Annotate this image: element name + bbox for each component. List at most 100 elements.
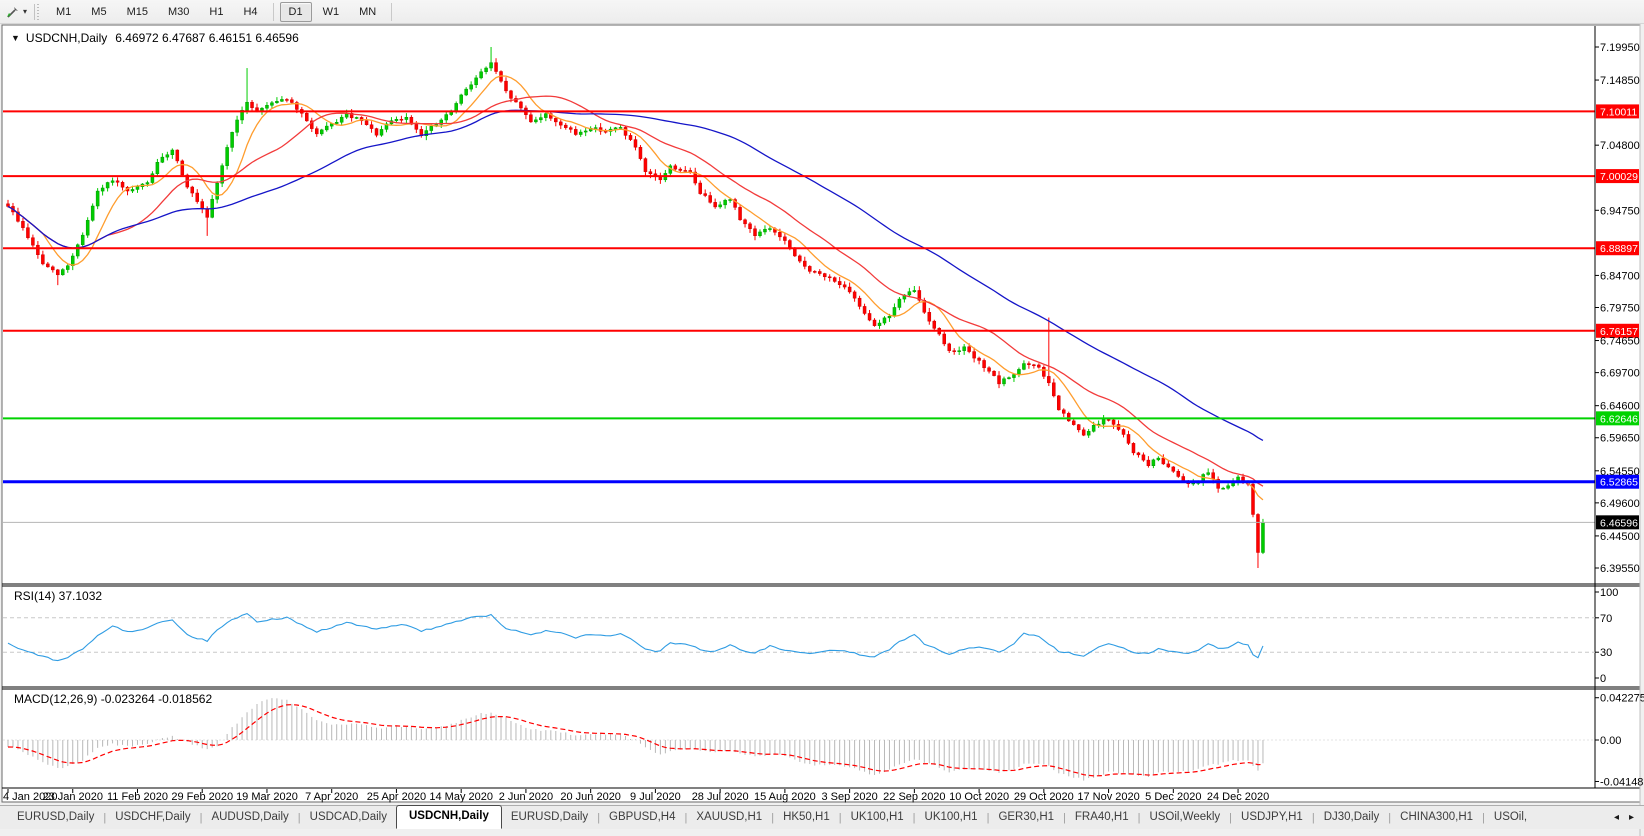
candle [1101, 419, 1106, 425]
candle [583, 130, 588, 133]
candle [912, 290, 917, 292]
toolbar-drag-handle[interactable] [34, 3, 40, 20]
chart-canvas[interactable]: 7.100117.000296.888976.761576.626466.528… [0, 0, 1644, 836]
timeframe-button-M15[interactable]: M15 [118, 2, 157, 22]
candle [723, 199, 727, 206]
candle [793, 248, 797, 257]
candle [26, 227, 30, 238]
candle [673, 165, 678, 170]
chart-tab-hk50-h1[interactable]: HK50,H1 [774, 807, 839, 828]
svg-text:23 Jan 2020: 23 Jan 2020 [42, 791, 103, 803]
svg-text:70: 70 [1600, 613, 1612, 625]
chart-tab-usoil-weekly[interactable]: USOil,Weekly [1140, 807, 1229, 828]
svg-text:6.49600: 6.49600 [1600, 498, 1640, 510]
candle [1076, 424, 1081, 431]
chart-collapse-icon[interactable]: ▼ [11, 33, 20, 43]
candle [638, 146, 643, 159]
chart-tab-eurusd-daily[interactable]: EURUSD,Daily [8, 807, 103, 828]
timeframe-button-W1[interactable]: W1 [314, 2, 349, 22]
candle [952, 350, 956, 352]
svg-text:5 Dec 2020: 5 Dec 2020 [1145, 791, 1201, 803]
candle [703, 193, 707, 196]
candle [215, 182, 219, 200]
svg-text:0: 0 [1600, 673, 1606, 685]
toolbar-separator [391, 2, 393, 21]
candle [1121, 429, 1126, 435]
chart-tab-audusd-daily[interactable]: AUDUSD,Daily [202, 807, 297, 828]
candle [1057, 395, 1061, 411]
chart-tab-usoil-[interactable]: USOil, [1485, 807, 1536, 828]
timeframe-button-M5[interactable]: M5 [82, 2, 115, 22]
timeframe-button-M1[interactable]: M1 [47, 2, 80, 22]
candle [947, 343, 951, 351]
candle [708, 195, 712, 203]
chart-tab-uk100-h1[interactable]: UK100,H1 [916, 807, 987, 828]
chart-tab-fra40-h1[interactable]: FRA40,H1 [1066, 807, 1138, 828]
chart-tab-usdchf-daily[interactable]: USDCHF,Daily [106, 807, 199, 828]
timeframe-button-H4[interactable]: H4 [234, 2, 266, 22]
candle [334, 122, 339, 124]
candle [1042, 367, 1046, 377]
timeframe-button-MN[interactable]: MN [350, 2, 385, 22]
chart-tab-dj30-daily[interactable]: DJ30,Daily [1315, 807, 1389, 828]
candle [927, 312, 932, 322]
chart-tab-usdcad-daily[interactable]: USDCAD,Daily [301, 807, 396, 828]
candle [80, 234, 85, 245]
candle [245, 101, 249, 111]
candle [504, 80, 508, 92]
candle [519, 101, 523, 109]
candle [51, 266, 55, 271]
candle [175, 149, 180, 162]
candle [414, 124, 419, 130]
candle [155, 162, 160, 174]
timeframe-button-M30[interactable]: M30 [159, 2, 198, 22]
candle [982, 360, 986, 369]
chart-symbol-title: USDCNH,Daily [25, 31, 108, 45]
timeframe-button-H1[interactable]: H1 [200, 2, 232, 22]
chart-tab-usdjpy-h1[interactable]: USDJPY,H1 [1232, 807, 1312, 828]
candle [892, 307, 897, 317]
candle [250, 101, 254, 108]
svg-text:6.94750: 6.94750 [1600, 205, 1640, 217]
candle [195, 192, 199, 202]
tool-dropdown-arrow-icon[interactable]: ▾ [22, 7, 31, 16]
candle [1047, 376, 1051, 384]
svg-text:100: 100 [1600, 587, 1618, 599]
candle [494, 62, 498, 72]
candle [41, 254, 45, 265]
candle [489, 62, 493, 69]
svg-text:3 Sep 2020: 3 Sep 2020 [821, 791, 877, 803]
chart-tab-eurusd-daily[interactable]: EURUSD,Daily [502, 807, 597, 828]
chart-tab-gbpusd-h4[interactable]: GBPUSD,H4 [600, 807, 684, 828]
candle [544, 113, 548, 118]
toolbar-separator [272, 2, 274, 21]
candle [85, 220, 90, 236]
candle [61, 269, 65, 276]
candle [822, 273, 827, 278]
chart-tab-china300-h1[interactable]: CHINA300,H1 [1391, 807, 1482, 828]
date-axis[interactable]: 4 Jan 202023 Jan 2020 11 Feb 2020 29 Feb 2… [3, 789, 1269, 803]
chart-tab-uk100-h1[interactable]: UK100,H1 [842, 807, 913, 828]
svg-text:22 Sep 2020: 22 Sep 2020 [883, 791, 945, 803]
candle [1017, 369, 1021, 375]
candle [180, 160, 185, 176]
candle [957, 350, 961, 352]
tab-scroll-right-button[interactable]: ▸ [1629, 812, 1634, 823]
crosshair-tool-icon[interactable] [4, 3, 22, 21]
svg-text:-0.04148: -0.04148 [1600, 776, 1643, 788]
svg-text:6.84700: 6.84700 [1600, 270, 1640, 282]
chart-tab-usdcnh-daily[interactable]: USDCNH,Daily [395, 804, 502, 829]
timeframe-button-D1[interactable]: D1 [279, 1, 312, 22]
candle [847, 286, 852, 293]
candle [1116, 424, 1121, 430]
svg-text:6.69700: 6.69700 [1600, 368, 1640, 380]
chart-ohlc-values: 6.46972 6.47687 6.46151 6.46596 [115, 31, 299, 45]
tab-scroll-left-button[interactable]: ◂ [1614, 812, 1619, 823]
svg-text:6.64600: 6.64600 [1600, 401, 1640, 413]
candle [1206, 472, 1210, 475]
candle [698, 182, 702, 194]
chart-tab-xauusd-h1[interactable]: XAUUSD,H1 [687, 807, 771, 828]
chart-tab-ger30-h1[interactable]: GER30,H1 [989, 807, 1063, 828]
svg-text:6.62646: 6.62646 [1600, 413, 1638, 425]
candle [932, 320, 937, 329]
